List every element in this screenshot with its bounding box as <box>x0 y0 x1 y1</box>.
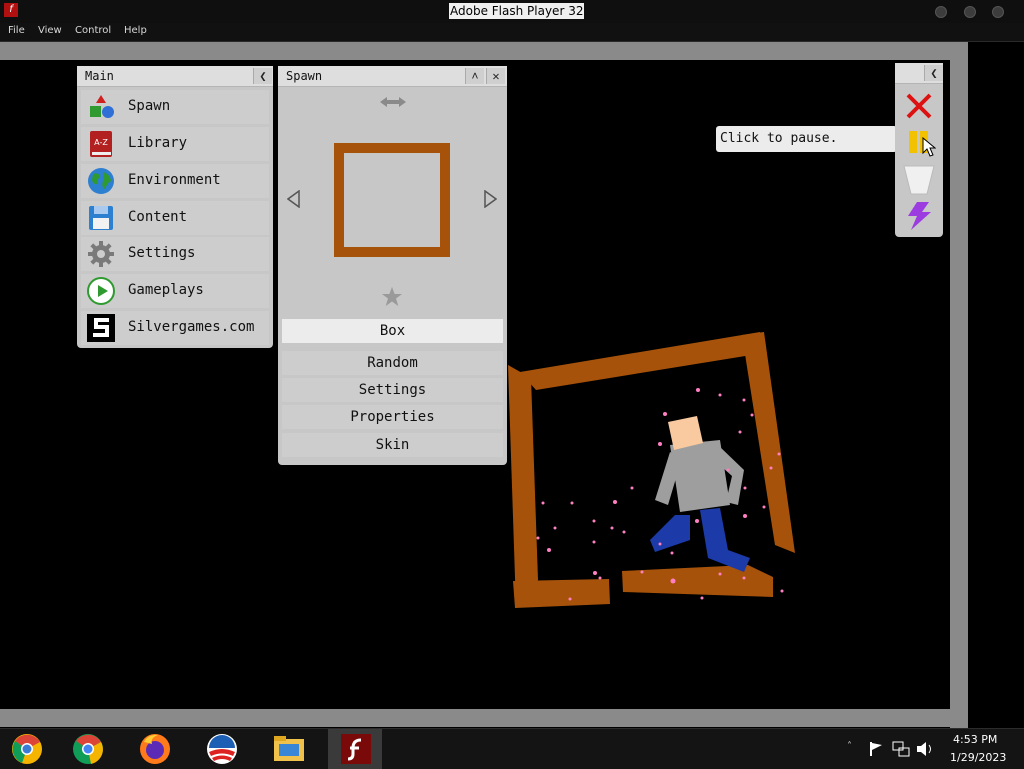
box-wall-top[interactable] <box>520 332 764 390</box>
window-titlebar: f Adobe Flash Player 32 <box>0 0 1024 23</box>
play-icon <box>87 277 115 305</box>
volume-icon[interactable] <box>916 741 934 757</box>
flash-app-icon[interactable]: f <box>4 3 18 17</box>
shapes-icon <box>90 95 114 118</box>
floppy-disk-icon <box>89 206 113 230</box>
close-window-button[interactable] <box>992 6 1004 18</box>
stage-border-right <box>950 60 968 728</box>
resize-horizontal-icon[interactable] <box>380 96 406 108</box>
main-item-silvergames[interactable]: Silvergames.com <box>81 311 269 345</box>
clock-time[interactable]: 4:53 PM <box>953 733 997 746</box>
close-panel-button[interactable]: ✕ <box>486 68 505 84</box>
spawn-panel: Spawn ˄ ✕ Box Random Settings Properties… <box>278 66 507 465</box>
main-item-label: Gameplays <box>128 282 204 298</box>
main-item-settings[interactable]: Settings <box>81 237 269 271</box>
stage-border-top <box>0 42 968 60</box>
pause-tooltip: Click to pause. <box>716 126 897 152</box>
taskbar: ˄ <box>0 728 1024 769</box>
main-item-label: Library <box>128 135 188 151</box>
spawn-random-button[interactable]: Random <box>282 351 503 375</box>
next-arrow-icon[interactable] <box>483 190 497 208</box>
spawn-skin-button[interactable]: Skin <box>282 433 503 457</box>
main-item-label: Content <box>128 209 188 225</box>
book-icon-text: A-Z <box>94 138 108 147</box>
action-center-flag-icon[interactable] <box>868 741 884 757</box>
spawn-selected-item[interactable]: Box <box>282 319 503 343</box>
stage-border-bottom <box>0 709 968 727</box>
flash-player-icon[interactable] <box>339 732 373 766</box>
chrome-icon[interactable] <box>71 732 105 766</box>
lightning-icon[interactable] <box>905 201 933 231</box>
main-panel: Main ❮ Spawn A-Z Library Environment Con… <box>77 66 273 348</box>
spawn-panel-header: Spawn ˄ ✕ <box>278 66 507 87</box>
favorite-star-icon[interactable] <box>381 286 403 308</box>
globe-icon <box>88 168 114 194</box>
ragdoll-character[interactable] <box>650 416 750 572</box>
previous-arrow-icon[interactable] <box>287 190 301 208</box>
menu-view[interactable]: View <box>38 25 62 36</box>
gear-icon <box>88 241 114 267</box>
spawn-panel-title: Spawn <box>286 69 323 83</box>
ragdoll-leg-right <box>700 508 750 572</box>
minimize-button[interactable] <box>935 6 947 18</box>
box-preview[interactable] <box>334 143 450 257</box>
mouse-cursor-icon <box>922 137 936 157</box>
main-item-gameplays[interactable]: Gameplays <box>81 274 269 308</box>
main-item-library[interactable]: A-Z Library <box>81 127 269 161</box>
box-wall-left[interactable] <box>508 365 538 608</box>
show-hidden-icons[interactable]: ˄ <box>847 741 852 752</box>
tool-panel: ❮ <box>895 63 943 237</box>
obama-logo-icon[interactable] <box>205 732 239 766</box>
window-title: Adobe Flash Player 32 <box>449 3 585 19</box>
network-icon[interactable] <box>892 741 910 757</box>
main-panel-title: Main <box>85 69 114 83</box>
main-panel-header: Main ❮ <box>77 66 273 87</box>
collapse-up-button[interactable]: ˄ <box>465 68 484 84</box>
main-item-label: Environment <box>128 172 221 188</box>
tool-panel-header: ❮ <box>895 63 943 84</box>
main-item-label: Settings <box>128 245 196 261</box>
collapse-tools-button[interactable]: ❮ <box>924 65 943 81</box>
clear-x-icon[interactable] <box>905 92 933 120</box>
main-item-spawn[interactable]: Spawn <box>81 90 269 124</box>
menu-file[interactable]: File <box>8 25 25 36</box>
spawn-properties-button[interactable]: Properties <box>282 405 503 429</box>
menu-help[interactable]: Help <box>124 25 147 36</box>
trash-bin-icon[interactable] <box>903 165 935 195</box>
menu-control[interactable]: Control <box>75 25 111 36</box>
box-wall-right[interactable] <box>742 332 795 553</box>
clock-date[interactable]: 1/29/2023 <box>950 751 1006 764</box>
main-item-content[interactable]: Content <box>81 201 269 235</box>
box-wall-bottom-left[interactable] <box>513 579 610 608</box>
silvergames-logo-icon <box>87 314 115 342</box>
book-icon: A-Z <box>90 131 112 157</box>
menu-bar: File View Control Help <box>0 23 1024 42</box>
maximize-button[interactable] <box>964 6 976 18</box>
file-explorer-icon[interactable] <box>272 732 306 766</box>
box-wall-bottom-right[interactable] <box>622 565 773 597</box>
main-item-label: Silvergames.com <box>128 319 255 335</box>
ragdoll-leg-left <box>650 515 690 552</box>
chrome-canary-icon[interactable] <box>10 732 44 766</box>
main-item-environment[interactable]: Environment <box>81 164 269 198</box>
main-item-label: Spawn <box>128 98 171 114</box>
firefox-icon[interactable] <box>138 732 172 766</box>
collapse-left-button[interactable]: ❮ <box>253 68 272 84</box>
spawn-settings-button[interactable]: Settings <box>282 378 503 402</box>
